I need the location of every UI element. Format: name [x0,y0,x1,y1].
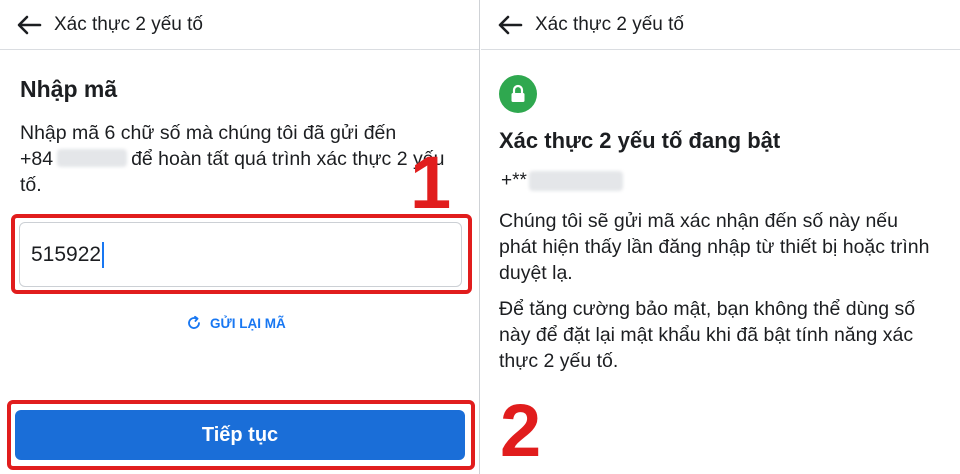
masked-phone-number [57,149,128,167]
text-caret [102,241,105,268]
enabled-info-paragraph: Chúng tôi sẽ gửi mã xác nhận đến số này … [499,210,930,284]
page-title: Xác thực 2 yếu tố [54,13,203,35]
step-number-2: 2 [500,389,542,472]
back-button-right[interactable] [495,10,525,40]
phone-prefix: +84 [20,148,54,170]
description-line1: Nhập mã 6 chữ số mà chúng tôi đã gửi đến [20,122,397,144]
continue-button[interactable]: Tiếp tục [15,410,465,460]
lock-badge [499,75,537,113]
code-input[interactable]: 515922 [19,222,462,287]
refresh-icon [188,315,200,329]
lock-icon [511,84,525,102]
top-bar: Xác thực 2 yếu tố [0,0,479,50]
step-number-1: 1 [410,141,452,224]
back-button[interactable] [14,10,44,40]
resend-label: GỬI LẠI MÃ [210,315,286,331]
enabled-phone-prefix: +** [501,170,527,191]
page-title-right: Xác thực 2 yếu tố [535,13,684,35]
enter-code-description: Nhập mã 6 chữ số mà chúng tôi đã gửi đến… [20,120,460,198]
arrow-left-icon [498,15,523,34]
enter-code-heading: Nhập mã [20,76,118,102]
security-note-paragraph: Để tăng cường bảo mật, bạn không thể dùn… [499,298,916,372]
masked-phone-number-right [528,171,623,191]
code-input-value: 515922 [31,242,102,266]
resend-code-link[interactable]: GỬI LẠI MÃ [186,312,286,334]
top-bar-right: Xác thực 2 yếu tố [481,0,960,50]
enabled-phone: +** [501,170,623,192]
enabled-heading: Xác thực 2 yếu tố đang bật [499,128,781,153]
arrow-left-icon [17,15,42,34]
